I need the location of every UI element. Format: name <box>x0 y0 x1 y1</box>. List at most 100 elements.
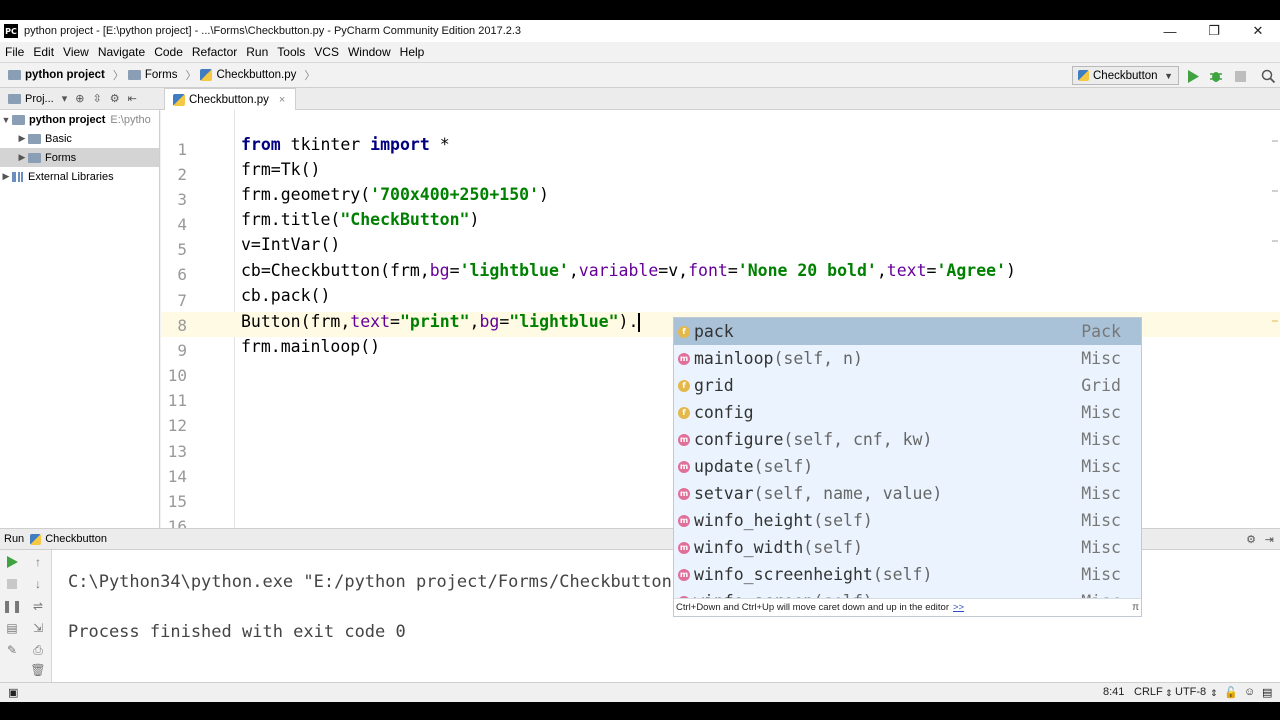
line-separator[interactable]: CRLF <box>1134 686 1163 698</box>
lock-icon[interactable]: 🔓 <box>1224 686 1238 699</box>
menu-refactor[interactable]: Refactor <box>192 45 237 59</box>
search-everywhere-button[interactable] <box>1260 68 1276 84</box>
menu-edit[interactable]: Edit <box>33 45 54 59</box>
restore-button[interactable]: ❐ <box>1192 20 1236 42</box>
completion-item[interactable]: m winfo_screenheight (self) Misc <box>674 561 1141 588</box>
menu-run[interactable]: Run <box>246 45 268 59</box>
tree-item-basic[interactable]: ▶ Basic <box>0 129 159 148</box>
collapse-icon[interactable]: ⇳ <box>92 92 101 105</box>
menu-window[interactable]: Window <box>348 45 391 59</box>
event-log-icon[interactable]: ▤ <box>1262 686 1272 699</box>
run-configuration-select[interactable]: Checkbutton ▼ <box>1072 66 1179 85</box>
breadcrumb-separator-icon: 〉 <box>185 70 197 82</box>
window-title: python project - [E:\python project] - .… <box>24 25 522 37</box>
caret-position[interactable]: 8:41 <box>1103 686 1124 698</box>
breadcrumb-file[interactable]: Checkbutton.py <box>200 69 296 81</box>
completion-more-link[interactable]: >> <box>953 602 964 613</box>
run-tab-label[interactable]: Checkbutton <box>45 533 107 545</box>
gear-icon[interactable]: ⚙ <box>1246 533 1256 546</box>
run-button[interactable] <box>1185 68 1201 84</box>
code-line-1: from tkinter import * <box>241 135 450 160</box>
letterbox-top <box>0 0 1280 20</box>
menu-code[interactable]: Code <box>154 45 183 59</box>
pi-icon[interactable]: π <box>1132 602 1139 613</box>
menu-help[interactable]: Help <box>400 45 425 59</box>
breadcrumb-project[interactable]: python project <box>8 69 105 81</box>
completion-name: mainloop <box>694 349 774 368</box>
completion-type: Misc <box>1081 538 1121 557</box>
chevron-right-icon[interactable]: ▶ <box>16 152 28 163</box>
menu-vcs[interactable]: VCS <box>314 45 339 59</box>
file-encoding[interactable]: UTF-8 <box>1175 686 1206 698</box>
close-button[interactable]: ✕ <box>1236 20 1280 42</box>
scroll-marker-stripe[interactable] <box>1272 110 1278 528</box>
code-token: = <box>926 261 937 280</box>
chevron-down-icon[interactable]: ▼ <box>0 115 12 125</box>
down-arrow-icon[interactable]: ↓ <box>30 576 46 592</box>
completion-item[interactable]: m mainloop (self, n) Misc <box>674 345 1141 372</box>
line-number: 5 <box>177 240 187 259</box>
code-token: 'None 20 bold' <box>737 261 877 280</box>
inspector-icon[interactable]: ☺ <box>1244 686 1255 698</box>
layout-icon[interactable]: ▤ <box>4 620 20 636</box>
project-view-select[interactable]: Proj... <box>25 93 54 105</box>
completion-item[interactable]: m update (self) Misc <box>674 453 1141 480</box>
completion-type: Misc <box>1081 565 1121 584</box>
completion-item[interactable]: m setvar (self, name, value) Misc <box>674 480 1141 507</box>
menu-tools[interactable]: Tools <box>277 45 305 59</box>
completion-item[interactable]: m winfo_height (self) Misc <box>674 507 1141 534</box>
pause-icon[interactable]: ❚❚ <box>2 598 22 614</box>
code-token: ) <box>469 210 480 229</box>
tree-item-label: External Libraries <box>28 170 114 183</box>
completion-item[interactable]: f grid Grid <box>674 372 1141 399</box>
tool-windows-icon[interactable]: ▣ <box>8 686 18 699</box>
gear-icon[interactable]: ⚙ <box>110 92 120 105</box>
chevron-right-icon[interactable]: ▶ <box>0 171 12 182</box>
completion-item[interactable]: m winfo_width (self) Misc <box>674 534 1141 561</box>
rerun-button[interactable] <box>4 554 20 570</box>
stop-button[interactable] <box>4 576 20 592</box>
method-icon: m <box>678 541 690 554</box>
project-tree: ▼ python project E:\pytho ▶ Basic ▶ Form… <box>0 110 160 528</box>
debug-button[interactable] <box>1208 68 1224 84</box>
code-token: bg <box>479 312 500 331</box>
tab-checkbutton-py[interactable]: Checkbutton.py × <box>164 88 297 110</box>
chevron-right-icon[interactable]: ▶ <box>16 133 28 144</box>
method-icon: m <box>678 568 690 581</box>
python-file-icon <box>200 69 213 81</box>
completion-item[interactable]: f pack Pack <box>674 318 1141 345</box>
hide-panel-icon[interactable]: ⇤ <box>128 92 137 105</box>
stop-button[interactable] <box>1232 68 1248 84</box>
code-token: * <box>429 135 450 154</box>
breadcrumb-folder[interactable]: Forms <box>127 69 177 81</box>
menu-navigate[interactable]: Navigate <box>98 45 145 59</box>
code-token: bg <box>429 261 450 280</box>
minimize-button[interactable]: — <box>1148 20 1192 42</box>
completion-item[interactable]: f config Misc <box>674 399 1141 426</box>
hide-panel-icon[interactable]: ⇥ <box>1265 533 1274 546</box>
tree-item-python-project[interactable]: ▼ python project E:\pytho <box>0 110 159 129</box>
up-arrow-icon[interactable]: ↑ <box>30 554 46 570</box>
code-token: tkinter <box>280 135 371 154</box>
run-panel-title: Run <box>4 533 25 545</box>
code-token: '700x400+250+150' <box>370 185 540 204</box>
menu-view[interactable]: View <box>63 45 89 59</box>
print-icon[interactable]: ⎙ <box>30 642 46 658</box>
code-token: = <box>390 312 400 331</box>
completion-item[interactable]: m configure (self, cnf, kw) Misc <box>674 426 1141 453</box>
chevron-down-icon[interactable]: ▾ <box>62 92 68 105</box>
menu-file[interactable]: File <box>5 45 24 59</box>
scroll-to-end-icon[interactable]: ⇲ <box>30 620 46 636</box>
close-icon[interactable]: × <box>279 94 285 106</box>
tree-item-forms[interactable]: ▶ Forms <box>0 148 159 167</box>
code-token: import <box>370 135 430 154</box>
tree-item-external-libraries[interactable]: ▶ External Libraries <box>0 167 159 186</box>
soft-wrap-icon[interactable]: ⇌ <box>30 598 46 614</box>
trash-icon[interactable]: 🗑 <box>30 662 46 678</box>
locate-icon[interactable]: ⊕ <box>75 92 84 105</box>
pycharm-logo-icon: PC <box>4 24 18 38</box>
completion-name: pack <box>694 322 734 341</box>
tree-item-label: Basic <box>45 132 72 145</box>
pin-icon[interactable]: ✎ <box>4 642 20 658</box>
code-token: ). <box>618 312 639 331</box>
